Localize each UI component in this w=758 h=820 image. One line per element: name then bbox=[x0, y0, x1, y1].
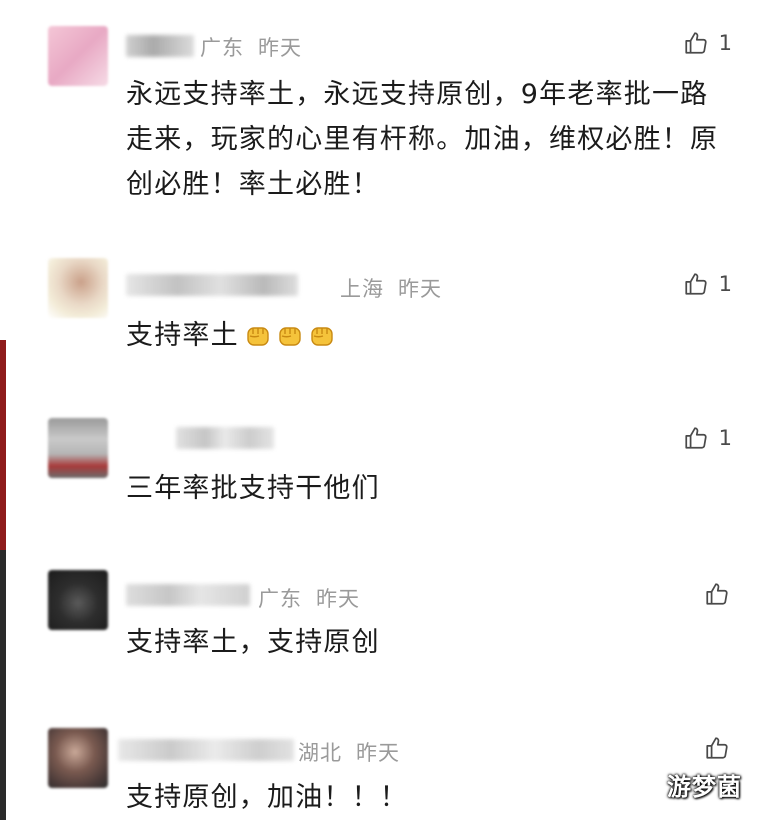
comment-location: 湖北 bbox=[298, 741, 342, 765]
comment-time: 昨天 bbox=[398, 277, 442, 301]
thumbs-up-icon bbox=[683, 425, 709, 451]
like-button[interactable]: 1 bbox=[683, 269, 732, 299]
like-count: 1 bbox=[718, 272, 732, 296]
like-button[interactable] bbox=[704, 733, 730, 763]
thumbs-up-icon bbox=[683, 30, 709, 56]
username-blurred[interactable] bbox=[126, 35, 194, 57]
comment-text-row: 支持率土 bbox=[126, 313, 726, 358]
like-button[interactable]: 1 bbox=[683, 28, 732, 58]
username-blurred[interactable] bbox=[126, 584, 250, 606]
comment-text: 三年率批支持干他们 bbox=[126, 473, 380, 504]
comment-time: 昨天 bbox=[258, 36, 302, 60]
like-count: 1 bbox=[718, 426, 732, 450]
like-button[interactable] bbox=[704, 579, 730, 609]
comment-text: 支持率土，支持原创 bbox=[126, 627, 380, 658]
like-count: 1 bbox=[718, 31, 732, 55]
left-edge-strip bbox=[0, 340, 6, 820]
comment-location: 上海 bbox=[340, 277, 384, 301]
thumbs-up-icon bbox=[683, 271, 709, 297]
avatar[interactable] bbox=[48, 728, 108, 788]
comment-location: 广东 bbox=[200, 36, 244, 60]
comment-meta: 湖北 昨天 bbox=[298, 737, 400, 767]
comment-text: 永远支持率土，永远支持原创，9年老率批一路走来，玩家的心里有杆称。加油，维权必胜… bbox=[126, 79, 719, 200]
comment-meta: 上海 昨天 bbox=[340, 273, 442, 303]
thumbs-up-icon bbox=[704, 581, 730, 607]
comment-location: 广东 bbox=[258, 587, 302, 611]
comment-text: 支持率土 bbox=[126, 320, 239, 351]
raised-fist-icon bbox=[245, 317, 271, 346]
username-blurred[interactable] bbox=[126, 274, 298, 296]
username-blurred[interactable] bbox=[118, 739, 294, 761]
left-edge-accent bbox=[0, 340, 6, 550]
comment-time: 昨天 bbox=[316, 587, 360, 611]
comment-meta: 广东 昨天 bbox=[200, 32, 302, 62]
avatar[interactable] bbox=[48, 570, 108, 630]
username-blurred[interactable] bbox=[176, 427, 274, 449]
avatar[interactable] bbox=[48, 418, 108, 478]
comment-text: 支持原创，加油！！！ bbox=[126, 782, 408, 813]
thumbs-up-icon bbox=[704, 735, 730, 761]
like-button[interactable]: 1 bbox=[683, 423, 732, 453]
watermark: 游梦菌 bbox=[667, 773, 742, 801]
comment-time: 昨天 bbox=[356, 741, 400, 765]
raised-fist-icon bbox=[277, 317, 303, 346]
avatar[interactable] bbox=[48, 26, 108, 86]
avatar[interactable] bbox=[48, 258, 108, 318]
comment-meta: 广东 昨天 bbox=[258, 583, 360, 613]
raised-fist-icon bbox=[309, 317, 335, 346]
